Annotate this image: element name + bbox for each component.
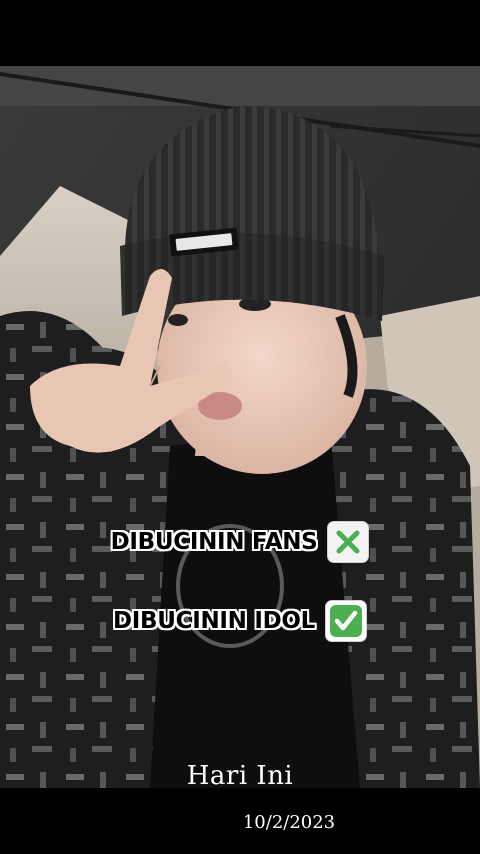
check-mark-icon (325, 600, 367, 642)
caption-fans-text: DIBUCININ FANS (110, 529, 318, 555)
cross-mark-icon (327, 521, 370, 563)
caption-row-idol: DIBUCININ IDOL (0, 600, 480, 642)
top-letterbox (0, 0, 480, 66)
caption-row-fans: DIBUCININ FANS (0, 521, 480, 563)
footer-date: 10/2/2023 (242, 812, 336, 833)
caption-idol-text: DIBUCININ IDOL (112, 608, 315, 634)
footer-title: Hari Ini (186, 761, 294, 791)
selfie-photo (0, 66, 480, 788)
